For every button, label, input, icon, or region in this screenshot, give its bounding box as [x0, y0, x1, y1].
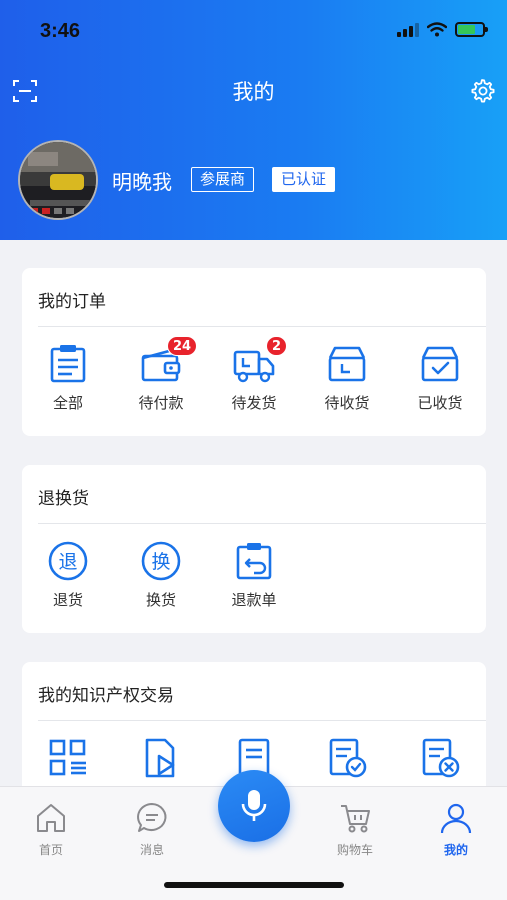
avatar-photo: [20, 142, 96, 218]
microphone-icon: [241, 790, 267, 821]
inbox-icon: [328, 346, 366, 382]
ip-trade-item-2[interactable]: [115, 736, 207, 780]
tab-home[interactable]: 首页: [16, 801, 86, 858]
svg-text:换: 换: [151, 551, 170, 573]
returns-card: 退换货 退 退货 换 换货 退款单: [22, 465, 486, 633]
cart-icon: [341, 805, 370, 833]
exchange-circle-icon: 换: [141, 541, 181, 581]
order-received-button[interactable]: 已收货: [394, 342, 486, 413]
tab-messages-label: 消息: [139, 843, 164, 857]
status-bar: 3:46: [0, 0, 507, 60]
pending-payment-count-badge: 24: [167, 336, 198, 356]
order-pending-shipment-label: 待发货: [231, 394, 277, 412]
voice-input-button[interactable]: [218, 770, 290, 842]
svg-text:退: 退: [58, 551, 77, 573]
return-goods-label: 退货: [52, 591, 83, 609]
page-title: 我的: [232, 80, 275, 104]
refund-order-button[interactable]: 退款单: [208, 539, 300, 610]
order-all-label: 全部: [52, 394, 83, 412]
orders-card: 我的订单 全部 24 待付款 2 待发货 待收货 已收货: [22, 268, 486, 436]
doc-check-icon: [329, 738, 367, 778]
tab-mine[interactable]: 我的: [421, 801, 491, 858]
ip-trade-item-1[interactable]: [22, 736, 114, 780]
order-pending-shipment-button[interactable]: 2 待发货: [208, 336, 300, 413]
role-badge: 参展商: [191, 167, 255, 192]
order-received-label: 已收货: [417, 394, 463, 412]
doc-play-icon: [145, 738, 175, 778]
home-indicator: [164, 882, 344, 888]
clipboard-icon: [50, 345, 86, 383]
profile-header: 3:46 我的 明晚我 参展商 已认证: [0, 0, 507, 240]
wifi-icon: [427, 22, 447, 37]
refund-clipboard-icon: [236, 543, 272, 580]
status-time: 3:46: [40, 20, 81, 42]
grid-list-icon: [49, 739, 86, 776]
cellular-signal-icon: [397, 22, 419, 37]
orders-title: 我的订单: [38, 292, 106, 312]
message-icon: [137, 803, 167, 832]
exchange-goods-label: 换货: [145, 591, 176, 609]
order-pending-payment-label: 待付款: [138, 394, 184, 412]
tab-cart-label: 购物车: [336, 843, 373, 857]
return-circle-icon: 退: [48, 541, 88, 581]
divider: [38, 523, 486, 524]
doc-cancel-icon: [422, 738, 460, 778]
order-all-button[interactable]: 全部: [22, 342, 114, 413]
verified-badge: 已认证: [272, 167, 336, 192]
ip-trade-item-5[interactable]: [394, 736, 486, 780]
tab-mine-label: 我的: [443, 843, 468, 857]
returns-title: 退换货: [38, 489, 89, 509]
ip-trade-title: 我的知识产权交易: [38, 686, 174, 706]
tab-cart[interactable]: 购物车: [320, 801, 390, 858]
return-goods-button[interactable]: 退 退货: [22, 539, 114, 610]
gear-icon[interactable]: [469, 78, 495, 104]
order-pending-receipt-label: 待收货: [324, 394, 370, 412]
order-pending-payment-button[interactable]: 24 待付款: [115, 336, 207, 413]
tab-messages[interactable]: 消息: [117, 801, 187, 858]
username: 明晚我: [112, 170, 172, 194]
box-check-icon: [421, 346, 459, 382]
pending-shipment-count-badge: 2: [266, 336, 288, 356]
divider: [38, 720, 486, 721]
refund-order-label: 退款单: [231, 591, 277, 609]
avatar[interactable]: [18, 140, 98, 220]
tab-home-label: 首页: [38, 843, 63, 857]
divider: [38, 326, 486, 327]
home-icon: [37, 804, 65, 832]
exchange-goods-button[interactable]: 换 换货: [115, 539, 207, 610]
user-icon: [440, 803, 472, 834]
battery-icon: [455, 22, 488, 37]
status-icons: [397, 22, 488, 37]
ip-trade-item-4[interactable]: [301, 736, 393, 780]
order-pending-receipt-button[interactable]: 待收货: [301, 342, 393, 413]
